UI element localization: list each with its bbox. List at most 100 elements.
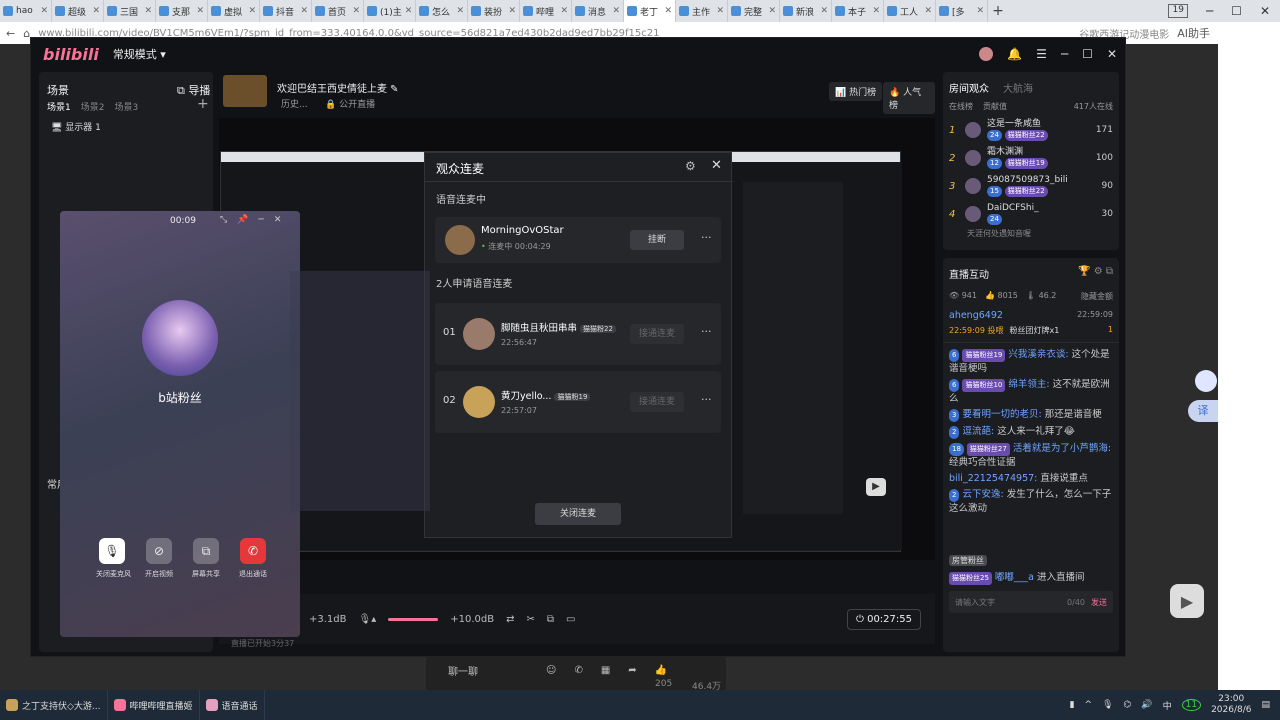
taskbar-item[interactable]: 语音通话 <box>200 690 265 720</box>
tab-count-badge[interactable]: 19 <box>1168 4 1188 18</box>
back-icon[interactable]: ← <box>6 27 15 40</box>
interact-tools[interactable]: 🏆 ⚙ ⧉ <box>1078 266 1113 281</box>
rank-row[interactable]: 4 DaiDCFShi_ 24 30 <box>943 200 1119 228</box>
close-icon[interactable]: ✕ <box>508 6 516 16</box>
live-timer[interactable]: ⏻ 00:27:55 <box>846 608 921 630</box>
close-icon[interactable]: ✕ <box>768 6 776 16</box>
close-icon[interactable]: ✕ <box>92 6 100 16</box>
message-user[interactable]: 兴我溪亲衣谈: <box>1008 349 1068 360</box>
tab-scene-2[interactable]: 场景2 <box>81 100 105 113</box>
tab-scene-1[interactable]: 场景1 <box>47 100 71 113</box>
chat-message[interactable]: 6 猫猫粉丝19 兴我溪亲衣谈: 这个处是谐音梗吗 <box>949 348 1113 375</box>
browser-tab[interactable]: 哔哩 ✕ <box>520 0 572 22</box>
minimize-icon[interactable]: ─ <box>1206 4 1213 18</box>
stream-title[interactable]: 欢迎巴结王西史倩徒上麦 ✎ <box>277 80 399 95</box>
mode-selector[interactable]: 常规模式 ▾ <box>113 46 166 62</box>
volume-icon[interactable]: 🔊 <box>1141 700 1152 710</box>
close-icon[interactable]: ✕ <box>1260 4 1270 18</box>
coin-icon[interactable]: ▦ <box>601 665 610 676</box>
accept-link-button[interactable]: 接通连麦 <box>630 324 684 344</box>
close-icon[interactable]: ✕ <box>820 6 828 16</box>
chat-message[interactable]: 6 猫猫粉丝10 绵羊领主: 这不就是欧洲么 <box>949 378 1113 405</box>
browser-tab[interactable]: 首页 ✕ <box>312 0 364 22</box>
ai-assistant-button[interactable]: AI助手 <box>1177 25 1280 41</box>
avatar[interactable] <box>979 47 994 61</box>
battery-icon[interactable]: ▮ <box>1070 700 1075 710</box>
mic-icon[interactable]: 🎙 <box>1102 700 1113 710</box>
chat-message[interactable]: 3 要看明一切的老贝: 那还是谐音梗 <box>949 408 1113 422</box>
browser-tab[interactable]: 本子 ✕ <box>832 0 884 22</box>
mic-volume-slider[interactable] <box>388 617 439 621</box>
close-icon[interactable]: ✕ <box>1107 47 1117 61</box>
close-icon[interactable]: ✕ <box>300 6 308 16</box>
ime-indicator[interactable]: 中 <box>1163 699 1172 712</box>
filter-contribution[interactable]: 贡献值 <box>983 101 1007 112</box>
mic-icon[interactable]: 🎙 <box>99 538 125 564</box>
message-user[interactable]: bili_22125474957: <box>949 473 1037 484</box>
up-icon[interactable]: ^ <box>1085 700 1093 710</box>
close-icon[interactable]: ✕ <box>144 6 152 16</box>
browser-tab[interactable]: 老丁 ✕ <box>624 0 676 22</box>
rank-row[interactable]: 3 59087509873_bili 15 猫猫粉丝22 90 <box>943 172 1119 200</box>
assistant-icon[interactable] <box>1195 370 1217 392</box>
close-icon[interactable]: ✕ <box>352 6 360 16</box>
stream-category[interactable]: 历史... <box>281 97 308 110</box>
browser-tab[interactable]: hao ✕ <box>0 0 52 22</box>
chat-message[interactable]: 2 云下安逸: 发生了什么，怎么一下子这么激动 <box>949 488 1113 515</box>
rank-row[interactable]: 1 这是一条咸鱼 24 猫猫粉丝22 171 <box>943 116 1119 144</box>
close-icon[interactable]: ✕ <box>40 6 48 16</box>
chat-input[interactable]: 聊一聊 <box>448 663 528 678</box>
new-tab-button[interactable]: + <box>988 3 1008 19</box>
more-icon[interactable]: ··· <box>701 393 712 406</box>
browser-tab[interactable]: 虚拟 ✕ <box>208 0 260 22</box>
browser-tab[interactable]: 工人 ✕ <box>884 0 936 22</box>
browser-tab[interactable]: [多 ✕ <box>936 0 988 22</box>
browser-tab[interactable]: 消息 ✕ <box>572 0 624 22</box>
maximize-icon[interactable]: ☐ <box>1231 4 1242 18</box>
mixer-icon[interactable]: ⇄ <box>506 614 514 625</box>
message-user[interactable]: 要看明一切的老贝: <box>962 409 1041 420</box>
phone-icon[interactable]: ✆ <box>574 665 582 676</box>
close-icon[interactable]: ✕ <box>872 6 880 16</box>
taskbar-item[interactable]: 哔哩哔哩直播姬 <box>108 690 200 720</box>
popularity-rank-button[interactable]: 🔥 人气榜 <box>883 82 935 114</box>
close-icon[interactable]: ✕ <box>664 6 672 16</box>
maximize-icon[interactable]: ☐ <box>1082 47 1093 61</box>
screen-share-icon[interactable]: ⧉ <box>193 538 219 564</box>
stream-cover[interactable] <box>223 75 267 107</box>
notification-badge[interactable]: 11 <box>1181 699 1202 711</box>
translate-icon[interactable]: 译 <box>1188 400 1218 422</box>
close-icon[interactable]: ✕ <box>248 6 256 16</box>
close-icon[interactable]: ✕ <box>716 6 724 16</box>
browser-tab[interactable]: (1)主 ✕ <box>364 0 416 22</box>
close-icon[interactable]: ✕ <box>274 215 282 225</box>
like-icon[interactable]: 👍 <box>655 665 667 676</box>
chat-input[interactable]: 请输入文字 0/40 发送 <box>949 591 1113 613</box>
close-icon[interactable]: ✕ <box>196 6 204 16</box>
close-icon[interactable]: ✕ <box>711 158 722 173</box>
message-user[interactable]: 绵羊领主: <box>1008 379 1049 390</box>
chat-message[interactable]: 18 猫猫粉丝27 活着就是为了小芦鹊海: 经典巧合性证据 <box>949 442 1113 469</box>
emoji-icon[interactable]: ☺ <box>546 665 556 676</box>
hide-amount-toggle[interactable]: 隐藏金额 <box>1081 291 1113 302</box>
accept-link-button[interactable]: 接通连麦 <box>630 392 684 412</box>
more-icon[interactable]: ··· <box>701 325 712 338</box>
browser-tab[interactable]: 三国 ✕ <box>104 0 156 22</box>
minimize-icon[interactable]: ─ <box>1061 47 1068 61</box>
browser-tab[interactable]: 完整 ✕ <box>728 0 780 22</box>
gift-user[interactable]: aheng6492 <box>949 310 1003 321</box>
send-button[interactable]: 发送 <box>1091 597 1107 608</box>
more-icon[interactable]: ··· <box>701 231 712 244</box>
network-icon[interactable]: ⌬ <box>1124 700 1132 710</box>
browser-tab[interactable]: 怎么 ✕ <box>416 0 468 22</box>
browser-tab[interactable]: 主作 ✕ <box>676 0 728 22</box>
browser-tab[interactable]: 装扮 ✕ <box>468 0 520 22</box>
message-user[interactable]: 云下安逸: <box>962 489 1003 500</box>
filter-online[interactable]: 在线榜 <box>949 101 973 112</box>
settings-icon[interactable]: ⚙ <box>685 159 696 173</box>
tools-icon[interactable]: ✂ <box>526 614 534 625</box>
hot-rank-button[interactable]: 📊 热门榜 <box>829 82 883 101</box>
clock[interactable]: 23:00 2026/8/6 <box>1211 694 1251 716</box>
share-icon[interactable]: ➦ <box>628 665 636 676</box>
source-item-display[interactable]: 🖥 显示器 1 <box>51 120 101 133</box>
